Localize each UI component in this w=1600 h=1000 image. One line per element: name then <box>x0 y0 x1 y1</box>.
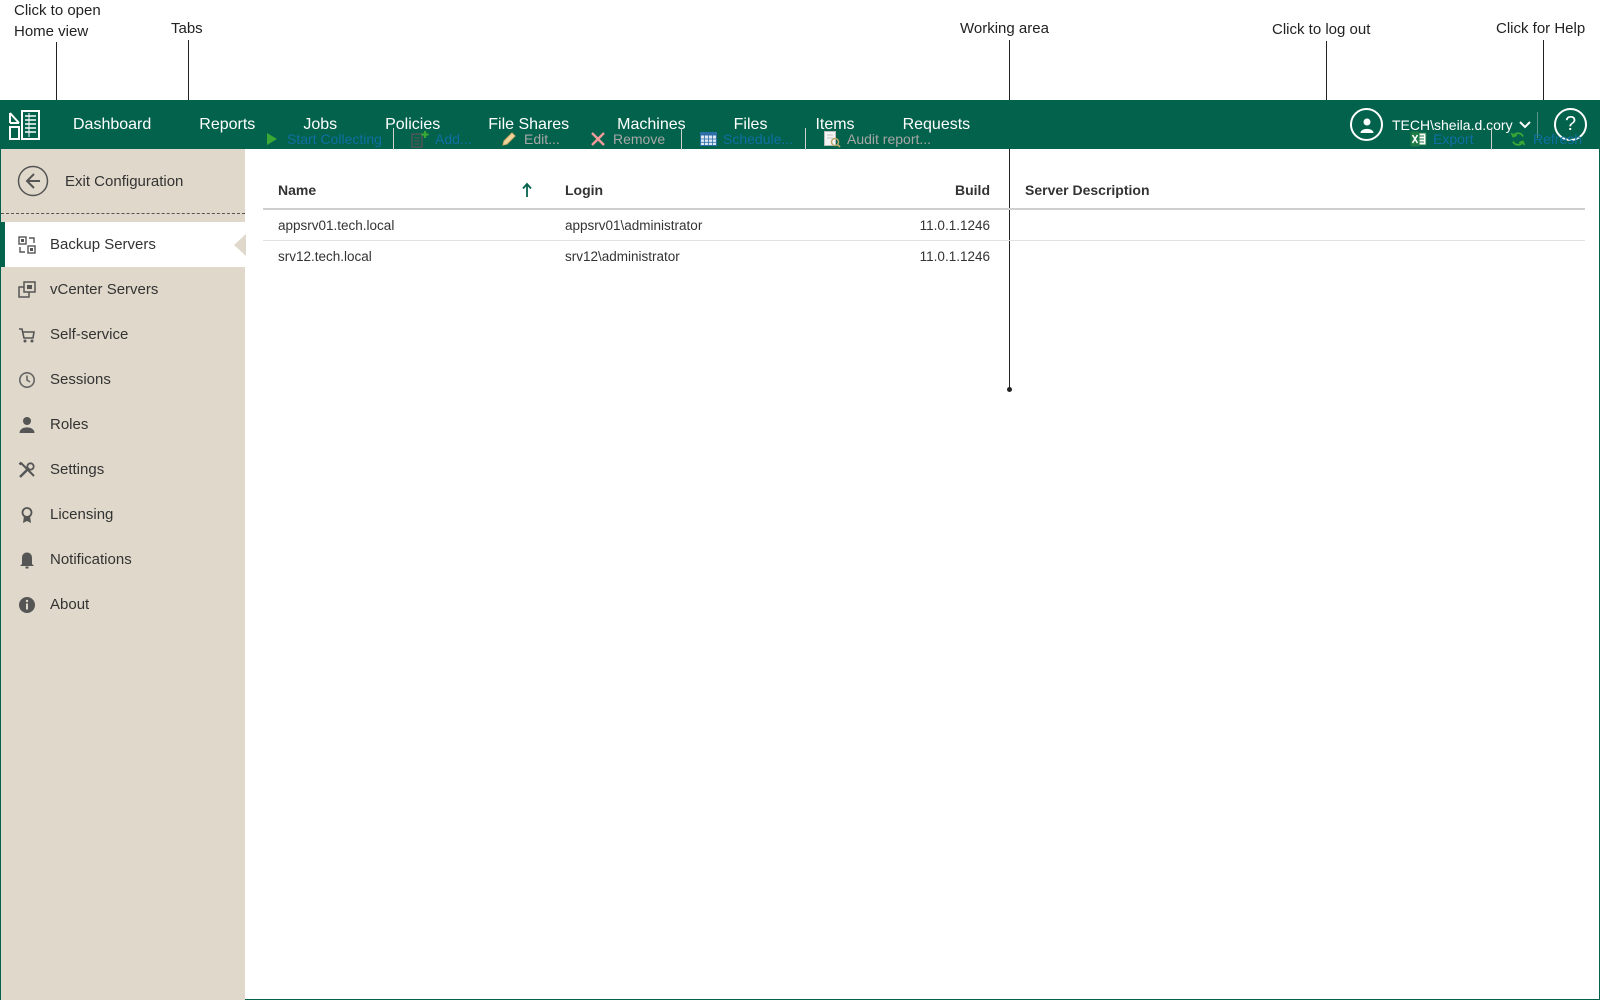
vcenter-icon <box>18 280 36 299</box>
play-icon <box>263 130 281 148</box>
remove-label: Remove <box>613 131 666 147</box>
edit-button[interactable]: Edit... <box>500 124 560 154</box>
toolbar-separator <box>681 128 682 150</box>
export-label: Export <box>1433 131 1474 147</box>
annotation-home-view-line2: Home view <box>14 23 89 40</box>
excel-icon <box>1409 130 1427 148</box>
exit-configuration-label: Exit Configuration <box>65 172 184 190</box>
home-logo-icon[interactable] <box>8 109 41 141</box>
sidebar-item-backup-servers[interactable]: Backup Servers <box>1 222 246 267</box>
sidebar-item-vcenter-servers[interactable]: vCenter Servers <box>1 267 245 312</box>
schedule-label: Schedule... <box>723 131 794 147</box>
table-header: Name Login Build Server Description <box>263 170 1585 210</box>
backup-servers-icon <box>18 235 36 254</box>
annotation-home-view-line1: Click to open <box>14 2 101 19</box>
sort-ascending-icon[interactable] <box>521 182 533 198</box>
exit-configuration-button[interactable]: Exit Configuration <box>1 149 245 214</box>
sidebar-item-label: Self-service <box>50 326 129 343</box>
edit-label: Edit... <box>524 131 560 147</box>
sidebar-item-settings[interactable]: Settings <box>1 447 245 492</box>
info-icon <box>18 596 36 614</box>
toolbar: Start Collecting Add... Edit... Remove S… <box>263 124 1599 154</box>
start-collecting-button[interactable]: Start Collecting <box>263 124 382 154</box>
table-row[interactable]: srv12.tech.local srv12\administrator 11.… <box>263 241 1585 272</box>
toolbar-separator <box>805 128 806 150</box>
calendar-icon <box>699 130 717 148</box>
sidebar-item-licensing[interactable]: Licensing <box>1 492 245 537</box>
sidebar-item-label: Sessions <box>50 371 111 388</box>
add-server-icon <box>411 130 429 148</box>
schedule-button[interactable]: Schedule... <box>699 124 793 154</box>
refresh-button[interactable]: Refresh <box>1509 124 1582 154</box>
annotation-working-area: Working area <box>960 20 1049 37</box>
sidebar-item-notifications[interactable]: Notifications <box>1 537 245 582</box>
audit-report-button[interactable]: Audit report... <box>823 124 931 154</box>
cell-build: 11.0.1.1246 <box>919 218 990 233</box>
sidebar-item-label: Notifications <box>50 551 132 568</box>
toolbar-separator <box>393 128 394 150</box>
nav-dashboard[interactable]: Dashboard <box>49 100 175 149</box>
sidebar-item-self-service[interactable]: Self-service <box>1 312 245 357</box>
sidebar-item-label: Backup Servers <box>50 236 156 253</box>
sidebar-item-label: Roles <box>50 416 89 433</box>
column-header-build[interactable]: Build <box>955 170 990 210</box>
start-collecting-label: Start Collecting <box>287 131 382 147</box>
person-icon <box>18 416 36 434</box>
sidebar-item-label: About <box>50 596 90 613</box>
license-icon <box>18 506 36 524</box>
cell-name: srv12.tech.local <box>278 249 372 264</box>
sidebar-item-label: Settings <box>50 461 105 478</box>
audit-report-label: Audit report... <box>847 131 932 147</box>
cart-icon <box>18 326 36 344</box>
application-window: Dashboard Reports Jobs Policies File Sha… <box>0 100 1600 1000</box>
refresh-icon <box>1509 130 1527 148</box>
export-button[interactable]: Export <box>1409 124 1473 154</box>
annotation-home-view: Click to open Home view <box>14 0 101 42</box>
configuration-sidebar: Exit Configuration Backup Servers vCente… <box>1 149 246 1000</box>
column-header-login[interactable]: Login <box>565 170 603 210</box>
cell-build: 11.0.1.1246 <box>919 249 990 264</box>
add-label: Add... <box>435 131 472 147</box>
sidebar-item-label: Licensing <box>50 506 114 523</box>
cell-name: appsrv01.tech.local <box>278 218 395 233</box>
sidebar-item-roles[interactable]: Roles <box>1 402 245 447</box>
toolbar-separator <box>1491 128 1492 150</box>
annotation-tabs: Tabs <box>171 20 203 37</box>
sidebar-item-about[interactable]: About <box>1 582 245 627</box>
annotation-log-out: Click to log out <box>1272 21 1371 38</box>
backup-servers-table: Name Login Build Server Description apps… <box>263 170 1585 272</box>
sidebar-item-sessions[interactable]: Sessions <box>1 357 245 402</box>
sidebar-tabs: Backup Servers vCenter Servers Self-serv… <box>1 222 246 627</box>
cell-login: appsrv01\administrator <box>565 218 703 233</box>
column-header-server-description[interactable]: Server Description <box>1025 170 1150 210</box>
table-row[interactable]: appsrv01.tech.local appsrv01\administrat… <box>263 210 1585 241</box>
column-header-name[interactable]: Name <box>278 170 316 210</box>
clock-icon <box>18 371 36 389</box>
refresh-label: Refresh <box>1533 131 1583 147</box>
cell-login: srv12\administrator <box>565 249 680 264</box>
back-arrow-icon <box>17 165 49 197</box>
pencil-icon <box>500 130 518 148</box>
remove-button[interactable]: Remove <box>589 124 665 154</box>
sidebar-item-label: vCenter Servers <box>50 281 159 298</box>
audit-report-icon <box>823 130 841 148</box>
remove-x-icon <box>589 130 607 148</box>
bell-icon <box>18 551 36 569</box>
add-button[interactable]: Add... <box>411 124 472 154</box>
annotation-help: Click for Help <box>1496 20 1586 37</box>
tools-icon <box>18 461 36 479</box>
